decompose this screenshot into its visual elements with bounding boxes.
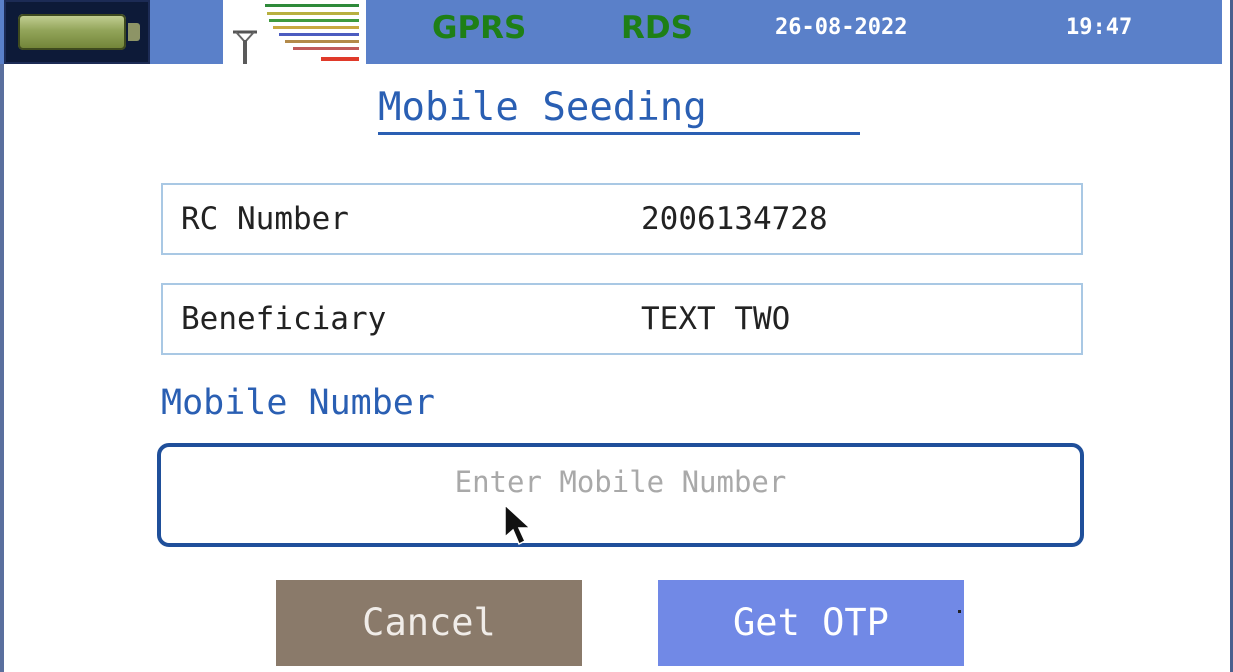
mobile-number-input[interactable]	[157, 443, 1084, 547]
get-otp-button[interactable]: Get OTP	[658, 580, 964, 666]
time-display: 19:47	[1066, 15, 1133, 40]
mobile-number-label: Mobile Number	[161, 383, 435, 423]
page-title: Mobile Seeding	[378, 85, 707, 130]
beneficiary-label: Beneficiary	[181, 301, 387, 337]
beneficiary-row: Beneficiary TEXT TWO	[161, 283, 1083, 355]
rc-number-label: RC Number	[181, 201, 349, 237]
beneficiary-value: TEXT TWO	[641, 301, 791, 337]
rc-number-value: 2006134728	[641, 201, 828, 237]
signal-strength-icon	[223, 0, 366, 64]
status-bar: GPRS RDS 26-08-2022 19:47	[0, 0, 1222, 64]
title-underline	[378, 132, 860, 135]
service-status: RDS	[621, 10, 693, 46]
dot-mark	[958, 610, 961, 613]
cancel-button[interactable]: Cancel	[276, 580, 582, 666]
network-status: GPRS	[432, 10, 527, 46]
date-display: 26-08-2022	[775, 15, 908, 40]
rc-number-row: RC Number 2006134728	[161, 183, 1083, 255]
mouse-cursor-icon	[504, 503, 532, 546]
battery-icon	[4, 0, 150, 64]
